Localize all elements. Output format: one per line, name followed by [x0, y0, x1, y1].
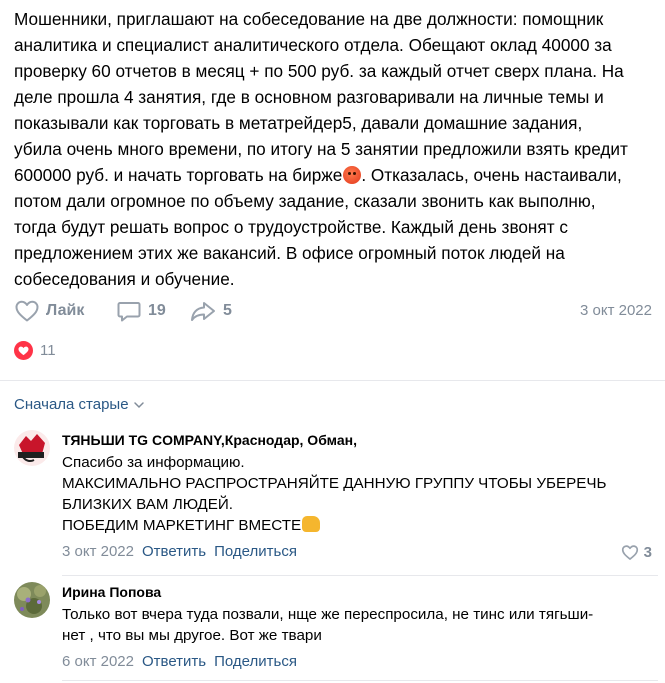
comment-line: МАКСИМАЛЬНО РАСПРОСТРАНЯЙТЕ ДАННУЮ ГРУПП…	[62, 475, 607, 492]
comment-icon	[117, 302, 141, 322]
comment-body: Ирина Попова Только вот вчера туда позва…	[62, 582, 652, 672]
comment-body: ТЯНЬШИ TG COMPANY,Краснодар, Обман, Спас…	[62, 430, 652, 562]
comment-meta: 3 окт 2022 Ответить Поделиться	[62, 542, 652, 562]
post-line: потом дали огромное по объему задание, с…	[14, 191, 596, 211]
comment-date[interactable]: 6 окт 2022	[62, 653, 134, 670]
comment-line: нет , что вы мы другое. Вот же твари	[62, 627, 322, 644]
fist-emoji-icon	[302, 516, 321, 532]
comment-date[interactable]: 3 окт 2022	[62, 543, 134, 560]
comment-like-button[interactable]: 3	[621, 544, 652, 561]
post-line: Мошенники, приглашают на собеседование н…	[14, 9, 604, 29]
comment-line-with-emoji: ПОБЕДИМ МАРКЕТИНГ ВМЕСТЕ	[62, 515, 652, 536]
post-line: показывали как торговать в метатрейдер5,…	[14, 113, 583, 133]
comments-sort-dropdown[interactable]: Сначала старые	[14, 396, 145, 413]
comment-separator	[62, 680, 658, 681]
comments-count: 19	[148, 302, 166, 319]
reply-button[interactable]: Ответить	[142, 653, 206, 670]
post-line: убила очень много времени, по итогу на 5…	[14, 139, 628, 159]
reply-button[interactable]: Ответить	[142, 543, 206, 560]
comment: Ирина Попова Только вот вчера туда позва…	[14, 582, 654, 677]
comment-author[interactable]: ТЯНЬШИ TG COMPANY,Краснодар, Обман,	[62, 430, 652, 450]
post-line-with-emoji: 600000 руб. и начать торговать на бирже.…	[14, 162, 654, 188]
reactions-count: 11	[40, 342, 56, 359]
comment-meta: 6 окт 2022 Ответить Поделиться	[62, 652, 652, 672]
post-line: тогда будут решать вопрос о трудоустройс…	[14, 217, 568, 237]
post-line: проверку 60 отчетов в месяц + по 500 руб…	[14, 61, 624, 81]
post-line: собеседования и обучение.	[14, 269, 235, 289]
avatar[interactable]	[14, 430, 50, 466]
chevron-down-icon	[133, 401, 144, 408]
post-line: предложением этих же вакансий. В офисе о…	[14, 243, 565, 263]
share-arrow-icon	[191, 302, 215, 321]
comment-line: БЛИЗКИХ ВАМ ЛЮДЕЙ.	[62, 496, 233, 513]
comment-author[interactable]: Ирина Попова	[62, 582, 652, 602]
comment-line: Только вот вчера туда позвали, нще же пе…	[62, 606, 594, 623]
shares-count: 5	[223, 302, 232, 319]
comment-text: Спасибо за информацию. МАКСИМАЛЬНО РАСПР…	[62, 452, 652, 536]
heart-outline-icon	[621, 545, 638, 560]
post-line: 600000 руб. и начать торговать на бирже	[14, 165, 343, 185]
sort-label: Сначала старые	[14, 396, 129, 413]
comment-likes-count: 3	[643, 544, 652, 561]
share-comment-button[interactable]: Поделиться	[214, 543, 297, 560]
heart-reaction-icon	[14, 341, 33, 360]
share-button[interactable]: 5	[189, 296, 232, 326]
angry-face-icon	[343, 166, 362, 184]
comment-button[interactable]: 19	[116, 296, 166, 326]
reactions-summary[interactable]: 11	[14, 341, 56, 360]
comment-separator	[62, 575, 658, 576]
share-comment-button[interactable]: Поделиться	[214, 653, 297, 670]
avatar[interactable]	[14, 582, 50, 618]
post-text: Мошенники, приглашают на собеседование н…	[14, 6, 654, 292]
post-date[interactable]: 3 окт 2022	[580, 302, 652, 319]
heart-outline-icon	[15, 300, 39, 322]
comment-text: Только вот вчера туда позвали, нще же пе…	[62, 604, 652, 646]
like-button[interactable]: Лайк	[14, 296, 84, 326]
post-line: . Отказалась, очень настаивали,	[361, 165, 622, 185]
comment: ТЯНЬШИ TG COMPANY,Краснодар, Обман, Спас…	[14, 430, 654, 570]
comment-line: ПОБЕДИМ МАРКЕТИНГ ВМЕСТЕ	[62, 517, 302, 534]
comment-line: Спасибо за информацию.	[62, 454, 245, 471]
divider	[0, 380, 665, 381]
post-line: деле прошла 4 занятия, где в основном ра…	[14, 87, 604, 107]
post-line: аналитика и специалист аналитического от…	[14, 35, 612, 55]
like-label: Лайк	[46, 302, 85, 319]
post-actions: Лайк 19 5 3 окт 2022	[14, 296, 652, 326]
